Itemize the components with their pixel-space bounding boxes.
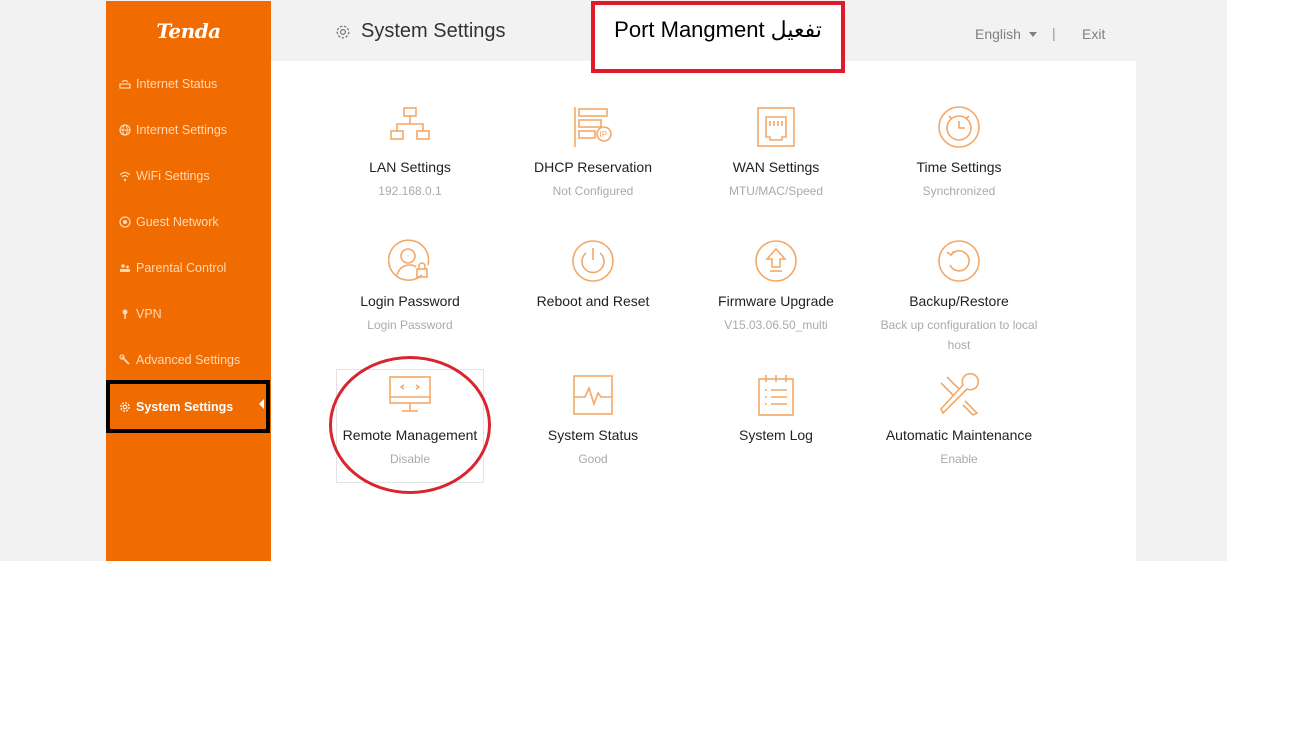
- gear-icon: [118, 400, 132, 414]
- language-select[interactable]: English: [975, 26, 1037, 42]
- tile-subtitle: Synchronized: [922, 184, 996, 198]
- exit-link[interactable]: Exit: [1082, 26, 1105, 42]
- active-indicator-caret: [259, 399, 264, 409]
- sidebar-item-internet-status[interactable]: Internet Status: [106, 61, 271, 107]
- page-title-text: System Settings: [361, 20, 506, 42]
- tile-title: Reboot and Reset: [536, 293, 650, 309]
- tile-automatic-maintenance[interactable]: Automatic Maintenance Enable: [869, 372, 1049, 493]
- tile-time-settings[interactable]: Time Settings Synchronized: [869, 105, 1049, 225]
- page-title: System Settings: [335, 20, 506, 43]
- tile-subtitle: MTU/MAC/Speed: [728, 184, 824, 198]
- sidebar-item-label: Guest Network: [136, 215, 219, 229]
- restore-icon: [937, 239, 981, 283]
- log-list-icon: [754, 373, 798, 417]
- ethernet-port-icon: [754, 105, 798, 149]
- tile-title: LAN Settings: [369, 159, 451, 175]
- tile-title: System Log: [739, 427, 813, 443]
- sidebar-item-system-settings[interactable]: System Settings: [106, 380, 270, 433]
- sidebar-item-advanced-settings[interactable]: Advanced Settings: [106, 337, 271, 383]
- vpn-icon: [118, 307, 132, 321]
- upgrade-icon: [754, 239, 798, 283]
- sidebar-item-internet-settings[interactable]: Internet Settings: [106, 107, 271, 153]
- sidebar-item-label: Internet Status: [136, 77, 218, 91]
- tenda-logo: Tenda: [156, 19, 221, 43]
- language-label: English: [975, 26, 1021, 42]
- sidebar-item-label: System Settings: [136, 399, 234, 414]
- sidebar: Tenda Internet Status Internet Settings …: [106, 1, 271, 561]
- pulse-monitor-icon: [571, 373, 615, 417]
- tile-login-password[interactable]: Login Password Login Password: [320, 239, 500, 359]
- power-icon: [571, 239, 615, 283]
- dhcp-ip-icon: IP: [571, 105, 615, 149]
- gear-icon: [335, 24, 351, 40]
- alarm-clock-icon: [937, 105, 981, 149]
- tile-title: System Status: [547, 427, 639, 443]
- tile-title: Automatic Maintenance: [885, 427, 1033, 443]
- highlight-circle: [329, 356, 491, 494]
- sidebar-item-label: Advanced Settings: [136, 353, 241, 367]
- tools-icon: [937, 372, 981, 417]
- tile-system-status[interactable]: System Status Good: [503, 373, 683, 493]
- svg-text:IP: IP: [600, 130, 608, 139]
- tile-title: Backup/Restore: [909, 293, 1009, 309]
- tile-subtitle: Enable: [940, 452, 978, 466]
- tile-wan-settings[interactable]: WAN Settings MTU/MAC/Speed: [686, 105, 866, 225]
- tile-title: Login Password: [360, 293, 460, 309]
- user-lock-icon: [387, 239, 432, 283]
- tile-dhcp-reservation[interactable]: IP DHCP Reservation Not Configured: [503, 105, 683, 225]
- sidebar-item-parental-control[interactable]: Parental Control: [106, 245, 271, 291]
- tile-firmware-upgrade[interactable]: Firmware Upgrade V15.03.06.50_multi: [686, 239, 866, 359]
- tile-subtitle: Back up configuration to local host: [880, 318, 1038, 352]
- chevron-down-icon: [1028, 31, 1037, 37]
- tile-system-log[interactable]: System Log: [686, 373, 866, 493]
- tile-lan-settings[interactable]: LAN Settings 192.168.0.1: [320, 105, 500, 225]
- tile-title: DHCP Reservation: [533, 159, 652, 175]
- network-icon: [388, 105, 432, 149]
- sidebar-item-vpn[interactable]: VPN: [106, 291, 271, 337]
- sidebar-item-guest-network[interactable]: Guest Network: [106, 199, 271, 245]
- tile-subtitle: Good: [578, 452, 608, 466]
- tile-subtitle: 192.168.0.1: [378, 184, 442, 198]
- parental-icon: [118, 261, 132, 275]
- tile-title: Firmware Upgrade: [718, 293, 834, 309]
- tile-title: Time Settings: [916, 159, 1002, 175]
- sidebar-item-label: Internet Settings: [136, 123, 228, 137]
- tile-subtitle: Not Configured: [552, 184, 634, 198]
- tile-subtitle: V15.03.06.50_multi: [724, 318, 828, 332]
- globe-icon: [118, 123, 132, 137]
- tile-subtitle: Login Password: [367, 318, 453, 332]
- sidebar-item-label: Parental Control: [136, 261, 227, 275]
- sidebar-item-label: WiFi Settings: [136, 169, 210, 183]
- tile-backup-restore[interactable]: Backup/Restore Back up configuration to …: [869, 239, 1049, 359]
- tile-reboot-and-reset[interactable]: Reboot and Reset: [503, 239, 683, 359]
- router-icon: [118, 77, 132, 91]
- wrench-icon: [118, 353, 132, 367]
- wifi-icon: [118, 169, 132, 183]
- sidebar-item-label: VPN: [136, 307, 162, 321]
- annotation-text: Port Mangment تفعيل: [614, 17, 822, 42]
- guest-icon: [118, 215, 132, 229]
- header-separator: |: [1052, 25, 1056, 41]
- annotation-callout: Port Mangment تفعيل: [591, 1, 845, 73]
- sidebar-item-wifi-settings[interactable]: WiFi Settings: [106, 153, 271, 199]
- tile-title: WAN Settings: [732, 159, 820, 175]
